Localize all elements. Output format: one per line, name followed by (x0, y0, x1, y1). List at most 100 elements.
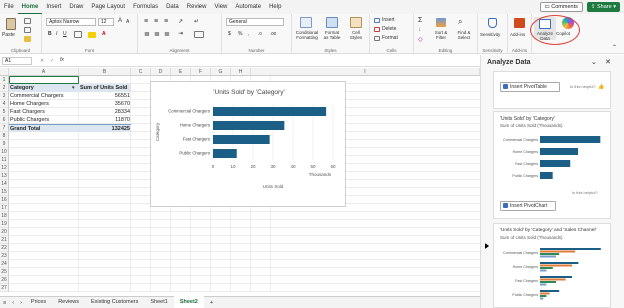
row-header[interactable]: 14 (0, 180, 9, 188)
comma-icon[interactable]: , (248, 31, 249, 37)
sheet-next-icon[interactable]: › (17, 297, 25, 308)
formula-input[interactable] (74, 57, 474, 65)
row-header[interactable]: 10 (0, 148, 9, 156)
copy-icon[interactable] (24, 27, 31, 33)
bar[interactable] (213, 107, 327, 116)
active-cell-a1[interactable] (9, 76, 79, 84)
insert-cells-button[interactable]: Insert (382, 17, 395, 23)
filter-dropdown-icon[interactable]: ▾ (71, 84, 78, 92)
row-header[interactable]: 22 (0, 244, 9, 252)
tab-formulas[interactable]: Formulas (129, 0, 162, 14)
number-format-select[interactable]: General (226, 18, 284, 26)
column-header[interactable]: I (251, 68, 480, 76)
column-header[interactable]: D (151, 68, 171, 76)
tab-automate[interactable]: Automate (231, 0, 265, 14)
align-center-icon[interactable]: ≣ (154, 30, 160, 38)
pivot-row-category[interactable]: Public Chargers (9, 116, 79, 124)
pivot-grand-total-value[interactable]: 132425 (79, 124, 131, 132)
bar[interactable] (213, 149, 237, 158)
share-button[interactable]: ⇪ Share ▾ (586, 2, 620, 12)
find-select-button[interactable]: Find & Select (452, 30, 476, 40)
pivot-header-category[interactable]: Category (9, 84, 79, 92)
row-header[interactable]: 15 (0, 188, 9, 196)
sheet-tab-sheet2[interactable]: Sheet2 (173, 296, 204, 308)
pivot-row-value[interactable]: 11870 (79, 116, 131, 124)
row-header[interactable]: 26 (0, 276, 9, 284)
tab-review[interactable]: Review (183, 0, 211, 14)
row-header[interactable]: 13 (0, 172, 9, 180)
align-middle-icon[interactable]: ≡ (154, 18, 158, 25)
paste-label[interactable]: Paste (2, 32, 15, 38)
row-header[interactable]: 19 (0, 220, 9, 228)
row-header[interactable]: 18 (0, 212, 9, 220)
row-header[interactable]: 12 (0, 164, 9, 172)
conditional-formatting-button[interactable]: Conditional Formatting (294, 30, 320, 40)
format-painter-icon[interactable] (24, 36, 31, 42)
panel-close-icon[interactable]: ✕ (605, 58, 611, 66)
column-header[interactable]: A (9, 68, 79, 76)
row-header[interactable]: 5 (0, 108, 9, 116)
thumbs-up-icon[interactable]: 👍 (598, 84, 604, 90)
indent-icon[interactable]: ⇥ (178, 30, 183, 37)
font-name-select[interactable]: Aptos Narrow (46, 18, 96, 26)
font-grow-icon[interactable]: A (118, 18, 122, 24)
add-sheet-button[interactable]: + (204, 297, 219, 308)
align-right-icon[interactable]: ≣ (164, 30, 170, 38)
row-header[interactable]: 2 (0, 84, 9, 92)
borders-icon[interactable] (74, 31, 82, 38)
format-as-table-icon[interactable] (326, 17, 338, 28)
decrease-decimal-icon[interactable]: .00 (270, 31, 276, 36)
column-header[interactable]: E (171, 68, 191, 76)
merge-center-icon[interactable] (194, 31, 204, 38)
pivot-grand-total-label[interactable]: Grand Total (9, 124, 79, 132)
row-header[interactable]: 6 (0, 116, 9, 124)
paste-icon[interactable] (6, 18, 16, 30)
fill-color-icon[interactable] (88, 32, 96, 38)
format-cells-button[interactable]: Format (382, 35, 398, 41)
sort-filter-button[interactable]: Sort & Filter (430, 30, 452, 40)
align-left-icon[interactable]: ≣ (144, 30, 150, 38)
tab-home[interactable]: Home (17, 0, 43, 14)
cell-styles-icon[interactable] (350, 17, 362, 28)
panel-menu-icon[interactable]: ⌄ (591, 58, 597, 66)
conditional-formatting-icon[interactable] (300, 17, 312, 28)
accounting-icon[interactable]: $ (228, 31, 231, 37)
bold-icon[interactable]: B (48, 31, 52, 37)
row-header[interactable]: 16 (0, 196, 9, 204)
tab-view[interactable]: View (210, 0, 231, 14)
worksheet-grid[interactable]: ABCDEFGHI 1 2 3 4 5 6 7 8 9 10 11 12 13 14 15 16 17 18 19 2… (0, 68, 480, 296)
cancel-icon[interactable]: ✕ (40, 58, 44, 64)
row-header[interactable]: 9 (0, 140, 9, 148)
row-header[interactable]: 21 (0, 236, 9, 244)
name-box[interactable]: A1 (2, 57, 32, 65)
column-header[interactable]: F (191, 68, 211, 76)
row-header[interactable]: 4 (0, 100, 9, 108)
pivot-row-category[interactable]: Fast Chargers (9, 108, 79, 116)
sheet-tab-prices[interactable]: Prices (25, 296, 52, 308)
fill-icon[interactable]: ↓ (418, 27, 421, 33)
row-header[interactable]: 27 (0, 284, 9, 292)
row-header[interactable]: 20 (0, 228, 9, 236)
tab-insert[interactable]: Insert (42, 0, 65, 14)
sheet-menu-icon[interactable]: ≡ (0, 297, 9, 308)
column-header[interactable]: C (131, 68, 151, 76)
row-header[interactable]: 11 (0, 156, 9, 164)
font-shrink-icon[interactable]: A (126, 19, 129, 25)
delete-cells-button[interactable]: Delete (382, 26, 396, 32)
pivot-header-sum[interactable]: Sum of Units Sold (79, 84, 131, 92)
format-as-table-button[interactable]: Format as Table (322, 30, 342, 40)
increase-decimal-icon[interactable]: .0 (258, 31, 262, 36)
row-header[interactable]: 7 (0, 124, 9, 132)
tab-file[interactable]: File (0, 0, 18, 14)
row-header[interactable]: 3 (0, 92, 9, 100)
select-all-corner[interactable] (0, 68, 9, 76)
wrap-text-icon[interactable]: ↵ (194, 18, 199, 25)
font-color-icon[interactable]: A (102, 31, 106, 37)
bar[interactable] (213, 135, 270, 144)
row-header[interactable]: 1 (0, 76, 9, 84)
pivot-row-value[interactable]: 35670 (79, 100, 131, 108)
column-header[interactable]: H (231, 68, 251, 76)
enter-icon[interactable]: ✓ (50, 58, 54, 64)
pivot-row-value[interactable]: 28334 (79, 108, 131, 116)
orientation-icon[interactable]: ↗ (178, 18, 183, 25)
